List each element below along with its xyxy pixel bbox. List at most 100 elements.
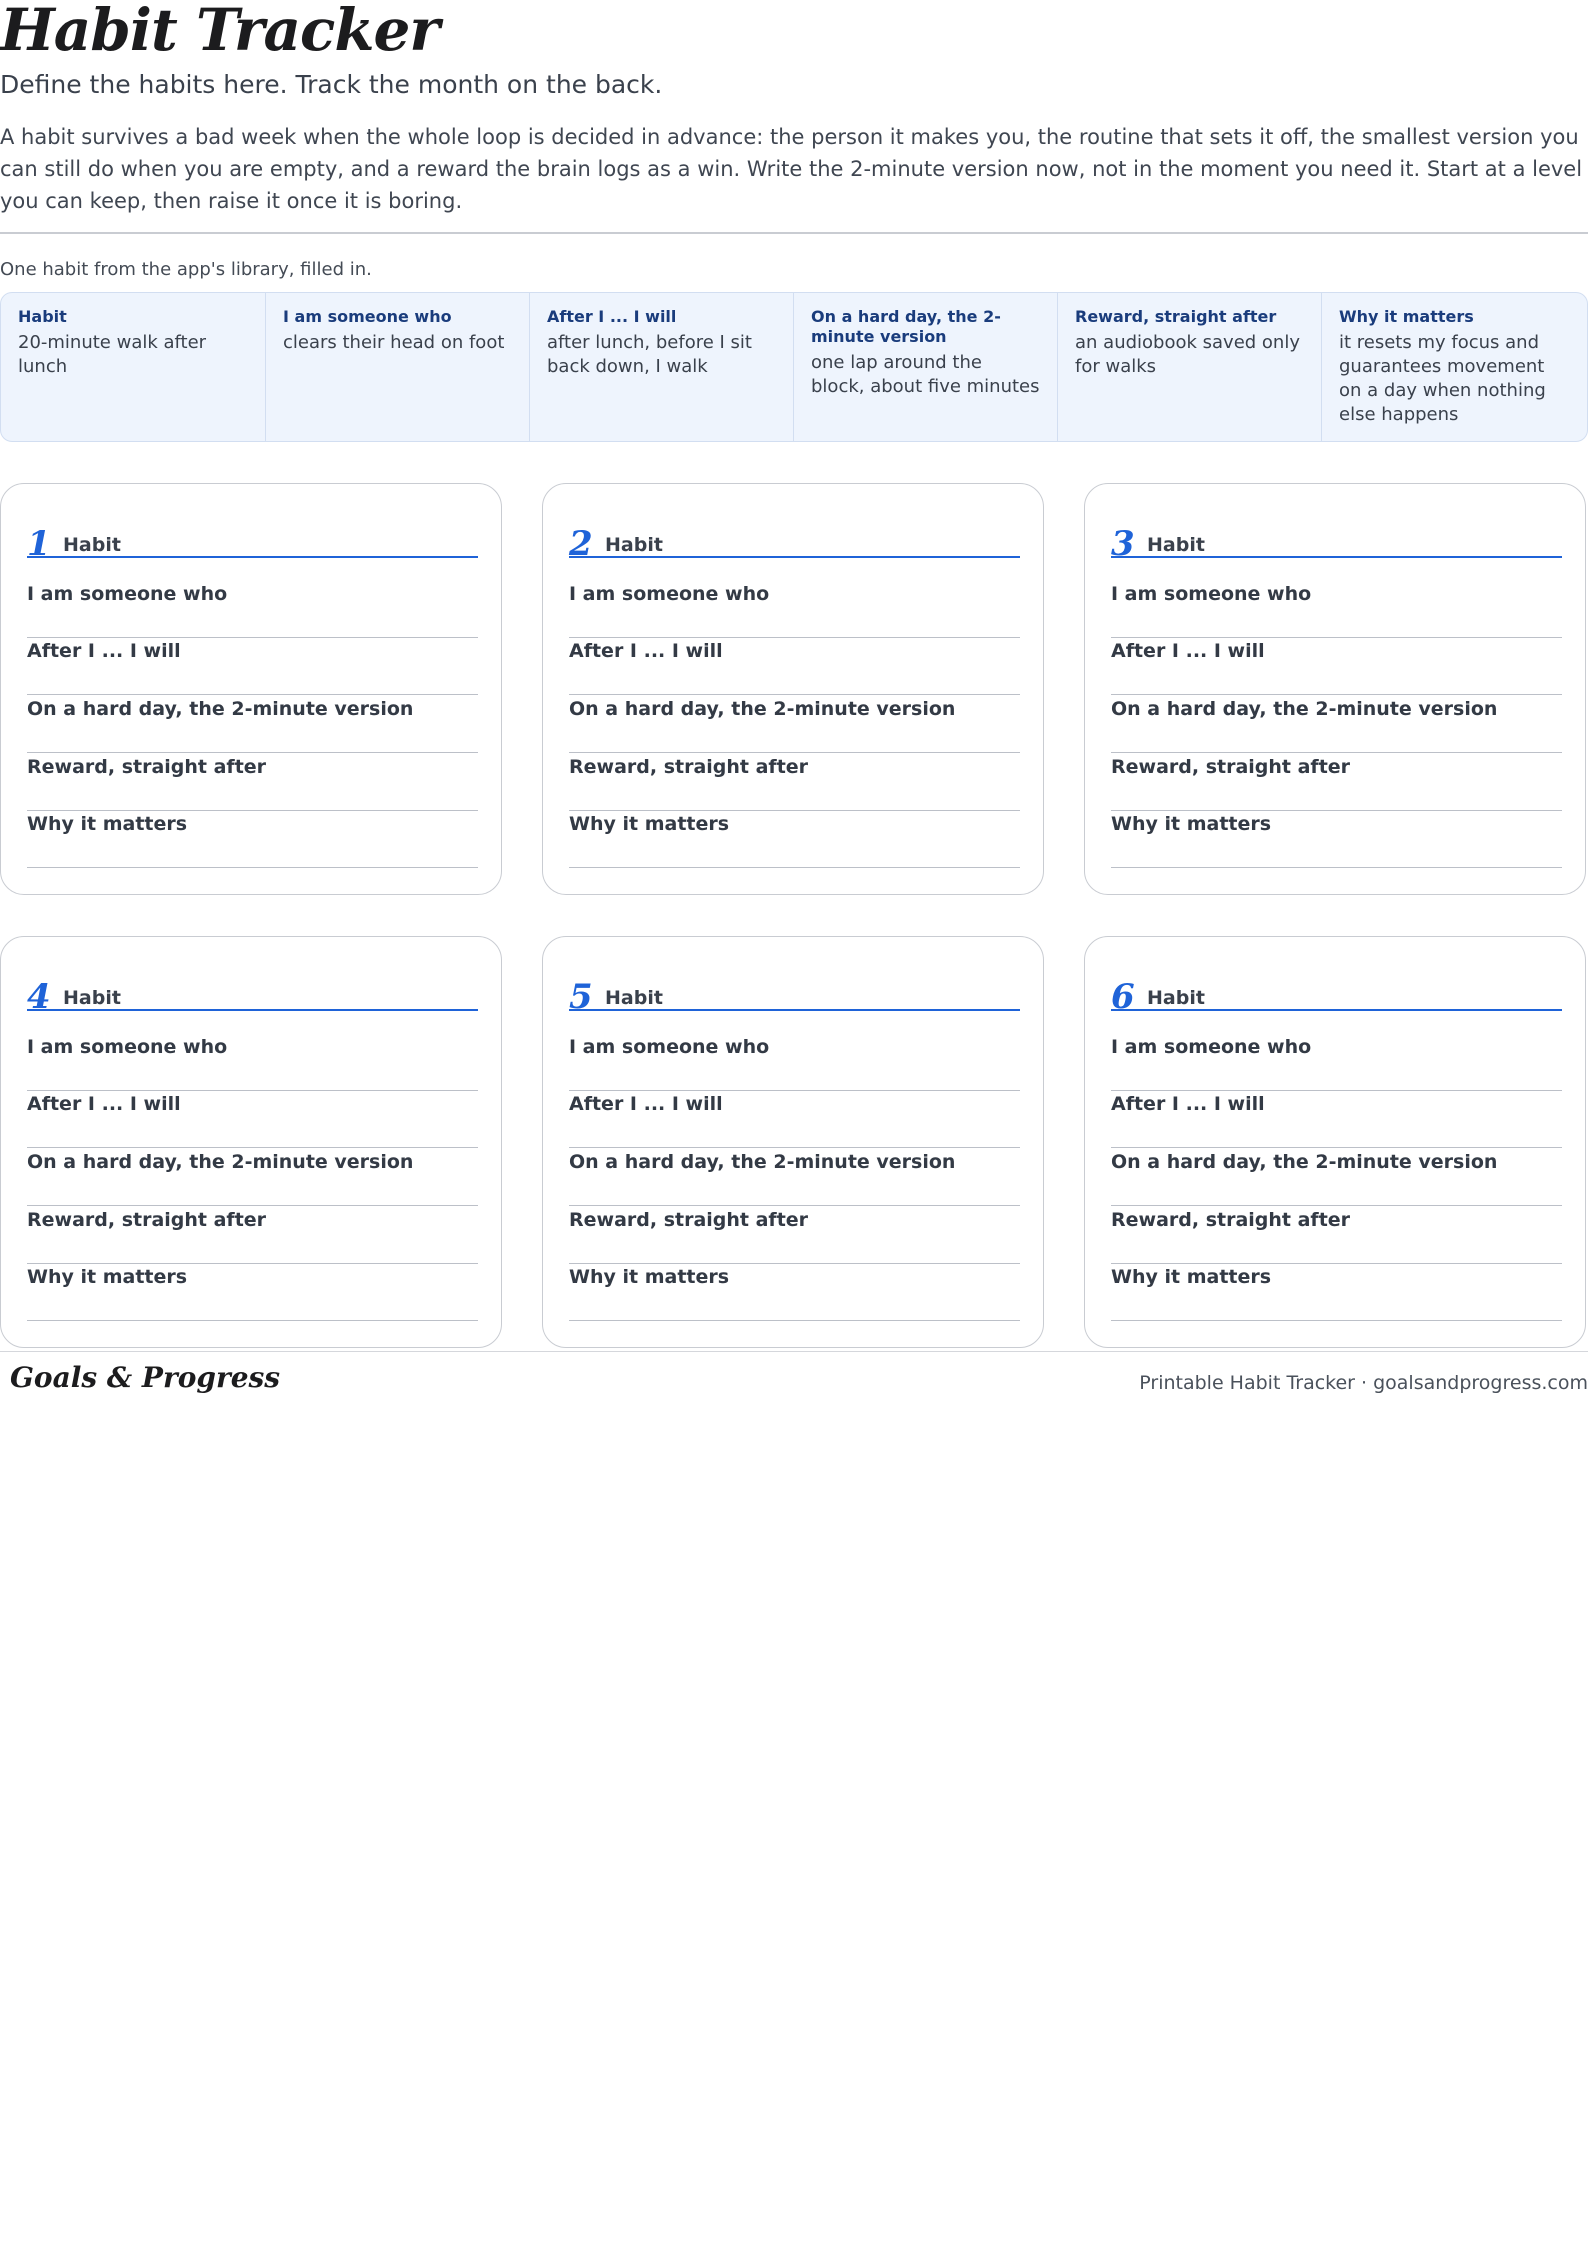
minimum-version-field[interactable]: On a hard day, the 2-minute version <box>27 696 478 753</box>
minimum-version-field[interactable]: On a hard day, the 2-minute version <box>569 1149 1020 1206</box>
habit-number: 5 <box>569 977 593 1017</box>
identity-field[interactable]: I am someone who <box>1111 1034 1562 1091</box>
why-field[interactable]: Why it matters <box>569 811 1020 868</box>
habit-label: Habit <box>605 987 663 1009</box>
example-cell-why: Why it matters it resets my focus and gu… <box>1321 293 1585 441</box>
page-subtitle: Define the habits here. Track the month … <box>0 70 663 99</box>
why-label: Why it matters <box>1111 1266 1272 1288</box>
habit-label: Habit <box>63 987 121 1009</box>
habit-number: 1 <box>27 524 51 564</box>
example-label: Habit <box>18 307 67 326</box>
why-label: Why it matters <box>27 813 188 835</box>
identity-field[interactable]: I am someone who <box>1111 581 1562 638</box>
cue-label: After I ... I will <box>27 1093 181 1115</box>
habit-label: Habit <box>605 534 663 556</box>
habit-name-line[interactable]: 3 Habit <box>1111 524 1562 564</box>
reward-label: Reward, straight after <box>569 756 809 778</box>
minimum-version-label: On a hard day, the 2-minute version <box>1111 698 1498 720</box>
cue-label: After I ... I will <box>569 1093 723 1115</box>
cue-field[interactable]: After I ... I will <box>27 638 478 695</box>
reward-field[interactable]: Reward, straight after <box>1111 754 1562 811</box>
example-cell-habit: Habit 20-minute walk after lunch <box>1 293 265 441</box>
example-habit-table: Habit 20-minute walk after lunch I am so… <box>0 292 1588 442</box>
habit-name-line[interactable]: 6 Habit <box>1111 977 1562 1017</box>
example-cell-reward: Reward, straight after an audiobook save… <box>1057 293 1321 441</box>
habit-label: Habit <box>1147 987 1205 1009</box>
example-value: it resets my focus and guarantees moveme… <box>1339 332 1546 425</box>
why-label: Why it matters <box>569 813 730 835</box>
reward-label: Reward, straight after <box>1111 756 1351 778</box>
habit-card-5: 5 Habit I am someone who After I ... I w… <box>542 936 1044 1348</box>
example-label: Reward, straight after <box>1075 307 1277 326</box>
cue-field[interactable]: After I ... I will <box>27 1091 478 1148</box>
why-label: Why it matters <box>27 1266 188 1288</box>
minimum-version-field[interactable]: On a hard day, the 2-minute version <box>1111 696 1562 753</box>
reward-field[interactable]: Reward, straight after <box>569 1207 1020 1264</box>
habit-name-line[interactable]: 5 Habit <box>569 977 1020 1017</box>
reward-label: Reward, straight after <box>27 756 267 778</box>
example-value: an audiobook saved only for walks <box>1075 332 1300 377</box>
intro-paragraph: A habit survives a bad week when the who… <box>0 125 1583 213</box>
identity-field[interactable]: I am someone who <box>27 1034 478 1091</box>
identity-label: I am someone who <box>569 583 770 605</box>
example-note: One habit from the app's library, filled… <box>0 259 372 280</box>
cue-label: After I ... I will <box>569 640 723 662</box>
habit-number: 2 <box>569 524 593 564</box>
minimum-version-label: On a hard day, the 2-minute version <box>569 698 956 720</box>
habit-name-line[interactable]: 2 Habit <box>569 524 1020 564</box>
habit-number: 3 <box>1111 524 1135 564</box>
minimum-version-label: On a hard day, the 2-minute version <box>27 698 414 720</box>
reward-field[interactable]: Reward, straight after <box>27 754 478 811</box>
why-field[interactable]: Why it matters <box>27 811 478 868</box>
example-label: On a hard day, the 2-minute version <box>811 307 1001 346</box>
identity-field[interactable]: I am someone who <box>27 581 478 638</box>
reward-field[interactable]: Reward, straight after <box>1111 1207 1562 1264</box>
reward-label: Reward, straight after <box>27 1209 267 1231</box>
why-field[interactable]: Why it matters <box>1111 811 1562 868</box>
minimum-version-field[interactable]: On a hard day, the 2-minute version <box>1111 1149 1562 1206</box>
example-label: Why it matters <box>1339 307 1474 326</box>
identity-field[interactable]: I am someone who <box>569 581 1020 638</box>
habit-label: Habit <box>63 534 121 556</box>
identity-label: I am someone who <box>1111 583 1312 605</box>
cue-label: After I ... I will <box>1111 640 1265 662</box>
habit-number: 6 <box>1111 977 1135 1017</box>
habit-card-3: 3 Habit I am someone who After I ... I w… <box>1084 483 1586 895</box>
cue-label: After I ... I will <box>1111 1093 1265 1115</box>
cue-field[interactable]: After I ... I will <box>1111 1091 1562 1148</box>
reward-field[interactable]: Reward, straight after <box>27 1207 478 1264</box>
habit-card-1: 1 Habit I am someone who After I ... I w… <box>0 483 502 895</box>
minimum-version-label: On a hard day, the 2-minute version <box>27 1151 414 1173</box>
why-field[interactable]: Why it matters <box>27 1264 478 1321</box>
why-field[interactable]: Why it matters <box>1111 1264 1562 1321</box>
reward-field[interactable]: Reward, straight after <box>569 754 1020 811</box>
example-cell-identity: I am someone who clears their head on fo… <box>265 293 529 441</box>
identity-label: I am someone who <box>27 583 228 605</box>
identity-field[interactable]: I am someone who <box>569 1034 1020 1091</box>
reward-label: Reward, straight after <box>569 1209 809 1231</box>
page-title: Habit Tracker <box>0 0 440 64</box>
example-cell-cue: After I ... I will after lunch, before I… <box>529 293 793 441</box>
example-value: after lunch, before I sit back down, I w… <box>547 332 752 377</box>
example-value: one lap around the block, about five min… <box>811 352 1040 397</box>
why-field[interactable]: Why it matters <box>569 1264 1020 1321</box>
minimum-version-field[interactable]: On a hard day, the 2-minute version <box>27 1149 478 1206</box>
cue-field[interactable]: After I ... I will <box>569 1091 1020 1148</box>
example-label: After I ... I will <box>547 307 677 326</box>
example-value: clears their head on foot <box>283 332 505 353</box>
why-label: Why it matters <box>1111 813 1272 835</box>
cue-field[interactable]: After I ... I will <box>569 638 1020 695</box>
identity-label: I am someone who <box>1111 1036 1312 1058</box>
habit-name-line[interactable]: 4 Habit <box>27 979 478 1014</box>
habit-label: Habit <box>1147 534 1205 556</box>
header-divider <box>0 232 1588 234</box>
minimum-version-label: On a hard day, the 2-minute version <box>569 1151 956 1173</box>
habit-name-line[interactable]: 1 Habit <box>27 524 478 564</box>
footer-divider <box>0 1351 1588 1352</box>
example-label: I am someone who <box>283 307 452 326</box>
identity-label: I am someone who <box>27 1036 228 1058</box>
cue-field[interactable]: After I ... I will <box>1111 638 1562 695</box>
reward-label: Reward, straight after <box>1111 1209 1351 1231</box>
minimum-version-field[interactable]: On a hard day, the 2-minute version <box>569 696 1020 753</box>
example-cell-minimum: On a hard day, the 2-minute version one … <box>793 293 1057 441</box>
